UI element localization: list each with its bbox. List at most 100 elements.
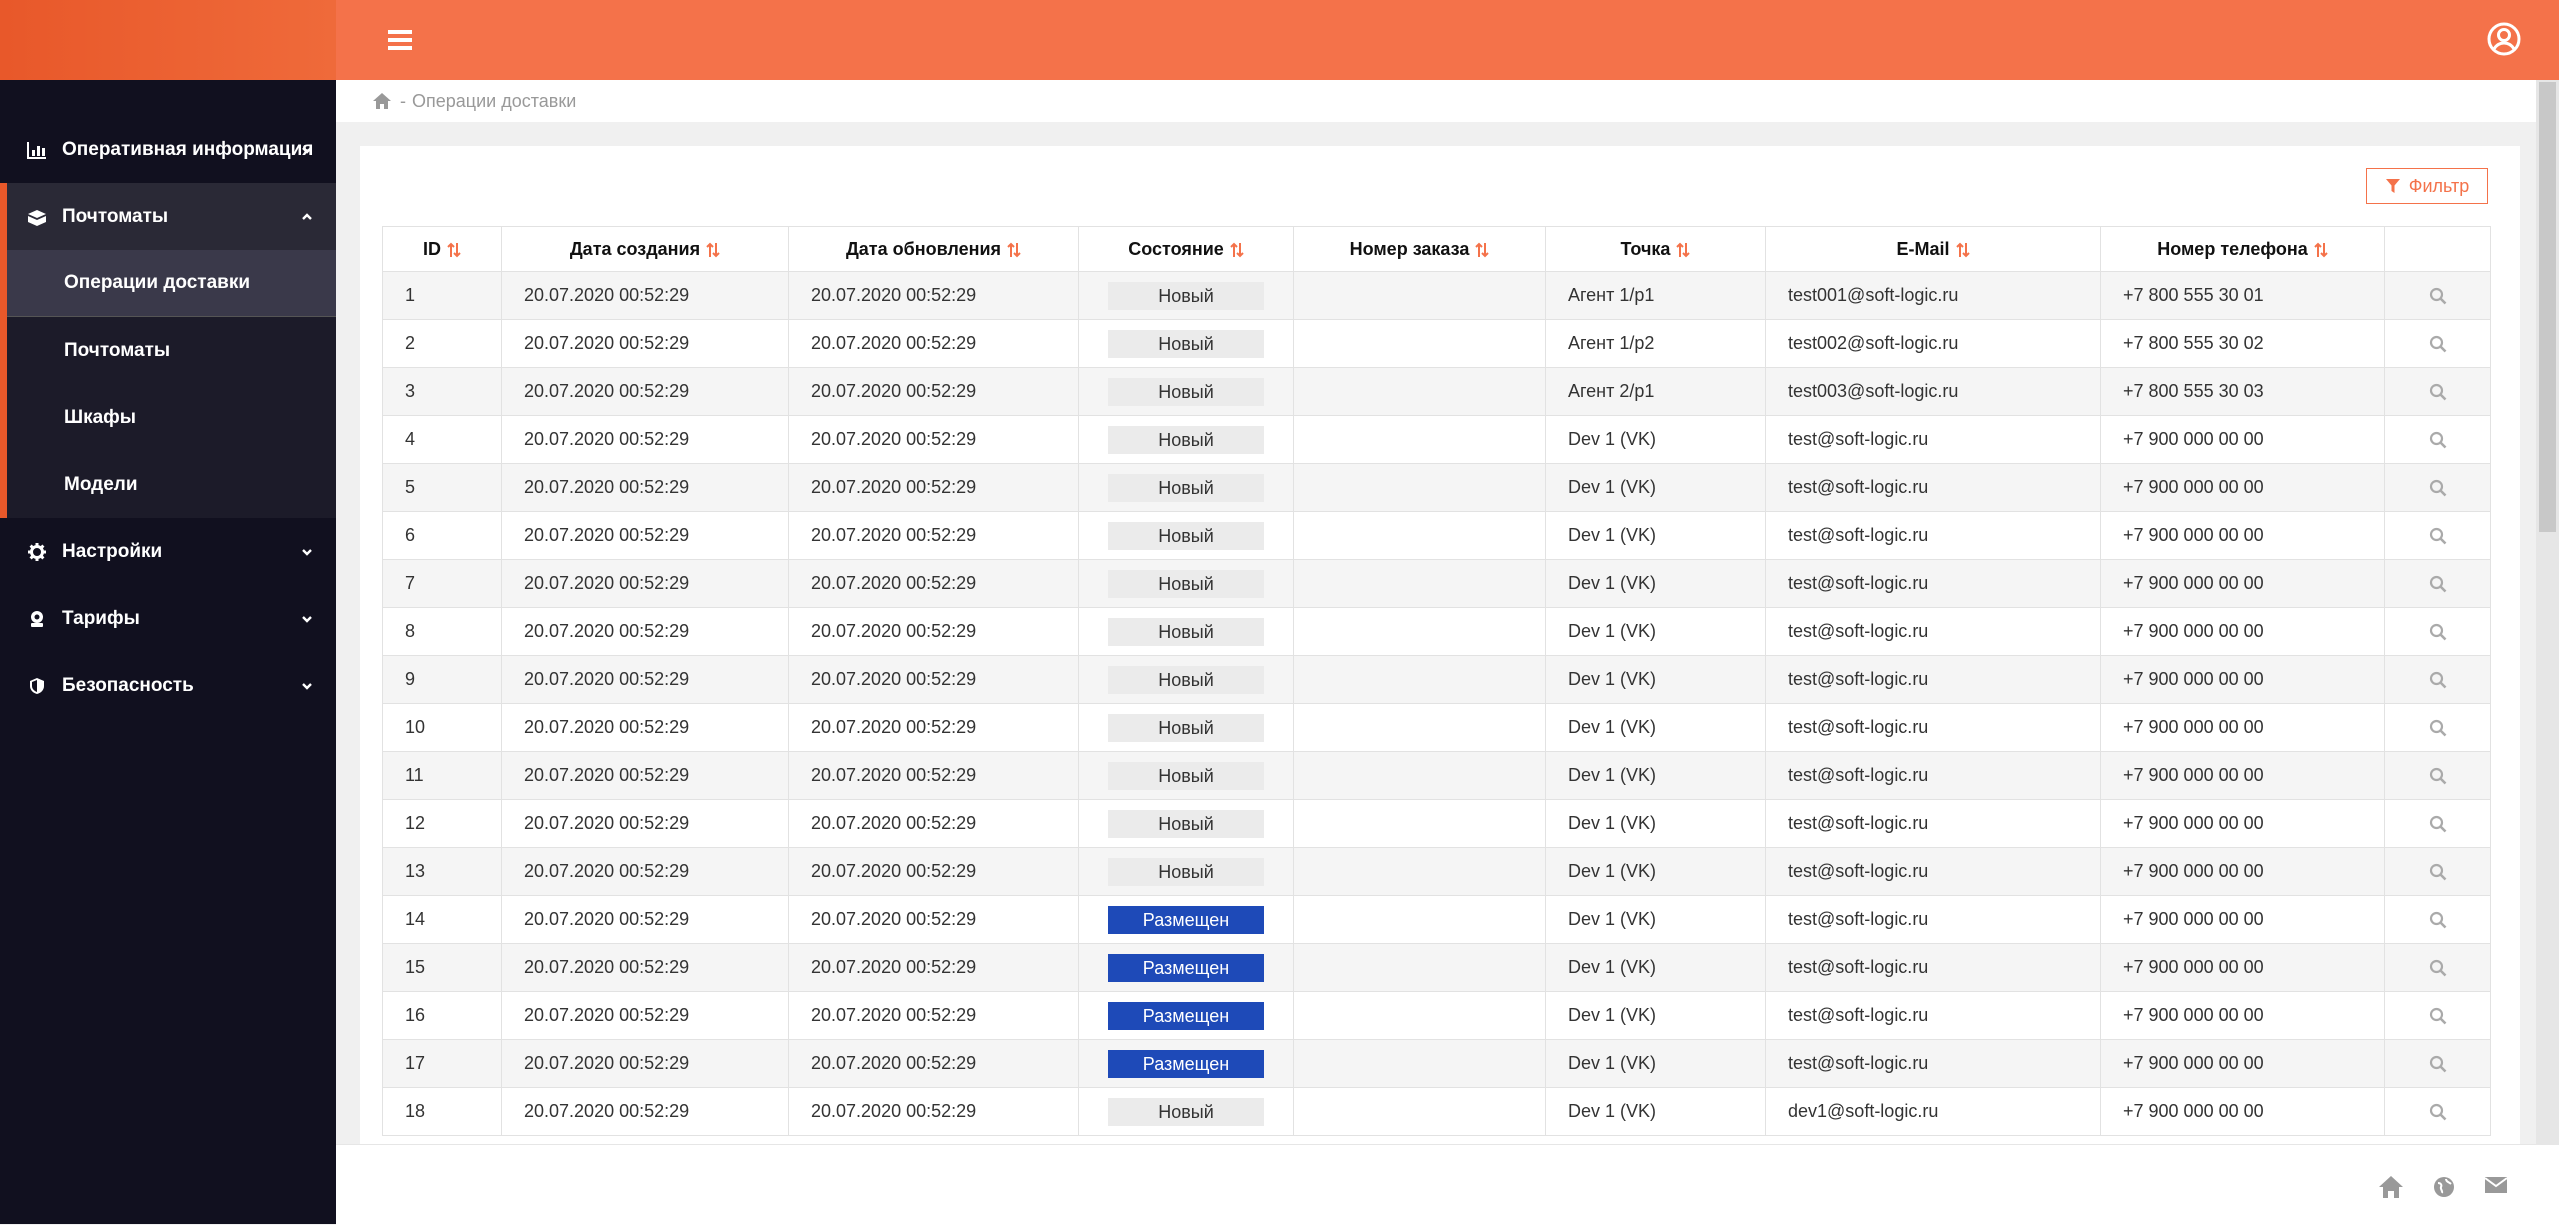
sidebar-subitem-cabinets[interactable]: Шкафы <box>7 384 336 451</box>
cell-order <box>1293 751 1546 800</box>
search-icon[interactable] <box>2429 671 2447 689</box>
user-circle-icon[interactable] <box>2487 22 2521 56</box>
search-icon[interactable] <box>2429 623 2447 641</box>
search-icon[interactable] <box>2429 911 2447 929</box>
search-icon[interactable] <box>2429 815 2447 833</box>
search-icon[interactable] <box>2429 1103 2447 1121</box>
table-row[interactable]: 9 20.07.2020 00:52:29 20.07.2020 00:52:29 Н… <box>382 655 2491 704</box>
search-icon[interactable] <box>2429 719 2447 737</box>
sidebar-item-settings[interactable]: Настройки <box>0 518 336 585</box>
table-row[interactable]: 6 20.07.2020 00:52:29 20.07.2020 00:52:29 Н… <box>382 511 2491 560</box>
cell-id: 14 <box>382 895 502 944</box>
sidebar-subitem-postomats[interactable]: Почтоматы <box>7 317 336 384</box>
sidebar-submenu: Операции доставки Почтоматы Шкафы Модели <box>7 250 336 518</box>
column-header-label: Состояние <box>1128 238 1224 259</box>
search-icon[interactable] <box>2429 479 2447 497</box>
envelope-icon[interactable] <box>2484 1175 2510 1199</box>
cell-id: 13 <box>382 847 502 896</box>
sidebar-subitem-models[interactable]: Модели <box>7 451 336 518</box>
filter-button[interactable]: Фильтр <box>2366 168 2488 204</box>
search-icon[interactable] <box>2429 767 2447 785</box>
table-row[interactable]: 3 20.07.2020 00:52:29 20.07.2020 00:52:29 Н… <box>382 367 2491 416</box>
table-row[interactable]: 5 20.07.2020 00:52:29 20.07.2020 00:52:29 Н… <box>382 463 2491 512</box>
table-row[interactable]: 16 20.07.2020 00:52:29 20.07.2020 00:52:29… <box>382 991 2491 1040</box>
hamburger-icon[interactable] <box>386 26 414 54</box>
cell-actions <box>2384 415 2491 464</box>
column-header-state[interactable]: Состояние <box>1078 226 1294 272</box>
status-badge: Размещен <box>1108 1049 1264 1078</box>
table-row[interactable]: 1 20.07.2020 00:52:29 20.07.2020 00:52:29 Н… <box>382 271 2491 320</box>
column-header-created[interactable]: Дата создания <box>501 226 789 272</box>
table-row[interactable]: 2 20.07.2020 00:52:29 20.07.2020 00:52:29 Н… <box>382 319 2491 368</box>
table-row[interactable]: 13 20.07.2020 00:52:29 20.07.2020 00:52:29… <box>382 847 2491 896</box>
table-row[interactable]: 12 20.07.2020 00:52:29 20.07.2020 00:52:29… <box>382 799 2491 848</box>
search-icon[interactable] <box>2429 1007 2447 1025</box>
cell-created: 20.07.2020 00:52:29 <box>501 703 789 752</box>
sidebar-item-security[interactable]: Безопасность <box>0 652 336 719</box>
cell-created: 20.07.2020 00:52:29 <box>501 1039 789 1088</box>
sidebar-item-postomats[interactable]: Почтоматы <box>7 183 336 250</box>
search-icon[interactable] <box>2429 383 2447 401</box>
cell-id: 2 <box>382 319 502 368</box>
cell-updated: 20.07.2020 00:52:29 <box>788 367 1079 416</box>
search-icon[interactable] <box>2429 335 2447 353</box>
cell-actions <box>2384 655 2491 704</box>
table-row[interactable]: 14 20.07.2020 00:52:29 20.07.2020 00:52:29… <box>382 895 2491 944</box>
status-badge: Новый <box>1108 329 1264 358</box>
column-header-point[interactable]: Точка <box>1545 226 1766 272</box>
home-icon[interactable] <box>2378 1175 2404 1199</box>
column-header-id[interactable]: ID <box>382 226 502 272</box>
search-icon[interactable] <box>2429 959 2447 977</box>
search-icon[interactable] <box>2429 287 2447 305</box>
scrollbar-thumb[interactable] <box>2539 82 2556 532</box>
cell-order <box>1293 991 1546 1040</box>
table-row[interactable]: 15 20.07.2020 00:52:29 20.07.2020 00:52:29… <box>382 943 2491 992</box>
home-icon[interactable] <box>372 92 392 110</box>
column-header-phone[interactable]: Номер телефона <box>2100 226 2385 272</box>
cell-id: 9 <box>382 655 502 704</box>
search-icon[interactable] <box>2429 527 2447 545</box>
table-row[interactable]: 4 20.07.2020 00:52:29 20.07.2020 00:52:29 Н… <box>382 415 2491 464</box>
cell-updated: 20.07.2020 00:52:29 <box>788 655 1079 704</box>
sort-icon[interactable] <box>706 242 720 258</box>
globe-icon[interactable] <box>2432 1175 2458 1199</box>
sidebar-subitem-delivery-operations[interactable]: Операции доставки <box>7 250 336 317</box>
column-header-updated[interactable]: Дата обновления <box>788 226 1079 272</box>
sort-icon[interactable] <box>1475 242 1490 258</box>
cell-point: Dev 1 (VK) <box>1545 607 1766 656</box>
column-header-order[interactable]: Номер заказа <box>1293 226 1546 272</box>
cell-created: 20.07.2020 00:52:29 <box>501 319 789 368</box>
table-row[interactable]: 7 20.07.2020 00:52:29 20.07.2020 00:52:29 Н… <box>382 559 2491 608</box>
sidebar-item-operational-info[interactable]: Оперативная информация <box>0 116 336 183</box>
cell-created: 20.07.2020 00:52:29 <box>501 511 789 560</box>
cell-email: test@soft-logic.ru <box>1765 607 2101 656</box>
cell-point: Dev 1 (VK) <box>1545 943 1766 992</box>
status-badge: Новый <box>1108 857 1264 886</box>
cell-point: Dev 1 (VK) <box>1545 751 1766 800</box>
sort-icon[interactable] <box>2314 242 2328 258</box>
search-icon[interactable] <box>2429 863 2447 881</box>
sidebar-item-tariffs[interactable]: Тарифы <box>0 585 336 652</box>
sort-icon[interactable] <box>447 242 461 258</box>
search-icon[interactable] <box>2429 1055 2447 1073</box>
chart-bar-icon <box>26 139 48 161</box>
search-icon[interactable] <box>2429 575 2447 593</box>
sidebar-item-label: Оперативная информация <box>62 138 314 160</box>
cell-email: test@soft-logic.ru <box>1765 751 2101 800</box>
column-header-email[interactable]: E-Mail <box>1765 226 2101 272</box>
table-row[interactable]: 10 20.07.2020 00:52:29 20.07.2020 00:52:29… <box>382 703 2491 752</box>
table-row[interactable]: 8 20.07.2020 00:52:29 20.07.2020 00:52:29 Н… <box>382 607 2491 656</box>
table-row[interactable]: 17 20.07.2020 00:52:29 20.07.2020 00:52:29… <box>382 1039 2491 1088</box>
sidebar: Оперативная информация Почтоматы Операци… <box>0 0 336 1224</box>
cell-state: Новый <box>1078 559 1294 608</box>
cell-state: Новый <box>1078 463 1294 512</box>
table-row[interactable]: 18 20.07.2020 00:52:29 20.07.2020 00:52:29… <box>382 1087 2491 1136</box>
cell-state: Новый <box>1078 607 1294 656</box>
sort-icon[interactable] <box>1230 242 1244 258</box>
search-icon[interactable] <box>2429 431 2447 449</box>
table-row[interactable]: 11 20.07.2020 00:52:29 20.07.2020 00:52:29… <box>382 751 2491 800</box>
sort-icon[interactable] <box>1007 242 1021 258</box>
cell-actions <box>2384 319 2491 368</box>
sort-icon[interactable] <box>1676 242 1691 258</box>
sort-icon[interactable] <box>1955 242 1970 258</box>
